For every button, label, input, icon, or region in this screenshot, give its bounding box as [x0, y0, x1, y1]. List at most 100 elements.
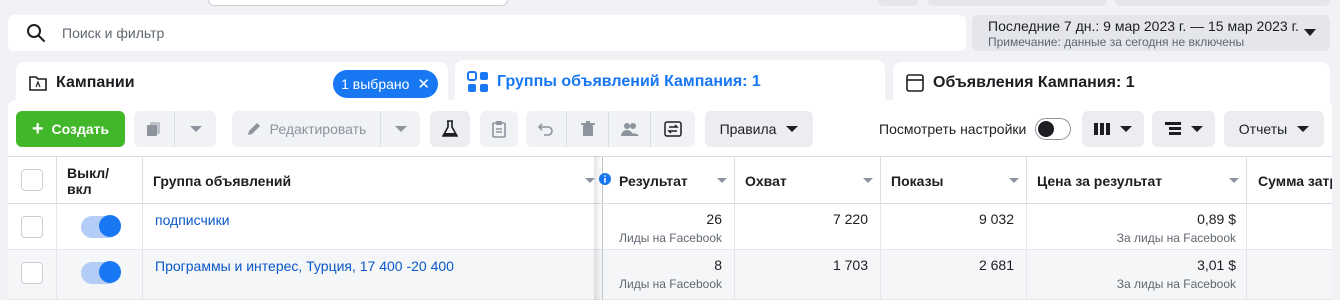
- adset-name-link[interactable]: Программы и интерес, Турция, 17 400 -20 …: [155, 258, 454, 274]
- select-all-checkbox[interactable]: [21, 169, 43, 191]
- columns-button[interactable]: [1082, 111, 1144, 147]
- selected-badge-label: 1 выбрано: [341, 76, 410, 92]
- sort-chevron-icon[interactable]: [1229, 178, 1239, 183]
- tab-ads[interactable]: Объявления Кампания: 1: [893, 62, 1330, 104]
- top-button-stub: [927, 0, 1107, 6]
- date-range-picker[interactable]: Последние 7 дн.: 9 мар 2023 г. — 15 мар …: [972, 15, 1330, 51]
- people-icon: [620, 123, 639, 136]
- reach-value: 7 220: [832, 211, 868, 227]
- chevron-down-icon: [1297, 125, 1310, 132]
- tab-campaigns[interactable]: Кампании 1 выбрано ✕: [16, 62, 448, 104]
- duplicate-dropdown[interactable]: [175, 111, 216, 147]
- rules-button-label: Правила: [719, 121, 777, 137]
- search-input[interactable]: Поиск и фильтр: [62, 25, 164, 41]
- sort-chevron-icon[interactable]: [717, 178, 727, 183]
- clipboard-icon: [492, 121, 506, 138]
- header-onoff-line1: Выкл/: [67, 165, 110, 181]
- trash-icon: [580, 121, 595, 136]
- header-onoff-line2: вкл: [67, 181, 92, 197]
- rules-button[interactable]: Правила: [705, 111, 813, 147]
- audience-button[interactable]: [609, 111, 650, 147]
- cost-subtext: За лиды на Facebook: [1116, 277, 1236, 291]
- undo-button[interactable]: [526, 111, 566, 147]
- edit-split-button[interactable]: Редактировать: [232, 111, 420, 147]
- results-subtext: Лиды на Facebook: [619, 277, 722, 291]
- breakdown-button[interactable]: [1152, 111, 1215, 147]
- duplicate-icon: [147, 122, 160, 136]
- tab-ads-label: Объявления Кампания: 1: [933, 74, 1135, 91]
- table-row[interactable]: Программы и интерес, Турция, 17 400 -20 …: [8, 250, 1332, 300]
- export-button[interactable]: [651, 111, 695, 147]
- frozen-column-shadow: [594, 156, 602, 300]
- close-icon[interactable]: ✕: [417, 75, 430, 93]
- chevron-down-icon: [394, 125, 407, 132]
- ad-icon: [906, 74, 924, 92]
- create-button[interactable]: + Создать: [16, 111, 125, 147]
- chevron-down-icon: [1120, 125, 1132, 132]
- columns-icon: [1094, 123, 1110, 135]
- chevron-down-icon: [1304, 29, 1316, 36]
- swap-icon: [664, 121, 682, 137]
- edit-button-label: Редактировать: [269, 121, 367, 137]
- delete-button[interactable]: [567, 111, 608, 147]
- sort-chevron-icon[interactable]: [1009, 178, 1019, 183]
- create-button-label: Создать: [51, 121, 110, 137]
- reports-button-label: Отчеты: [1238, 121, 1288, 137]
- tab-campaigns-label: Кампании: [56, 74, 135, 91]
- reach-value: 1 703: [832, 257, 868, 273]
- view-settings-label: Посмотреть настройки: [879, 121, 1027, 137]
- impressions-value: 2 681: [978, 257, 1014, 273]
- tab-adsets-label: Группы объявлений Кампания: 1: [497, 73, 761, 90]
- row-checkbox[interactable]: [21, 262, 43, 284]
- folder-icon: [29, 76, 47, 91]
- pencil-icon: [247, 123, 260, 135]
- view-settings-toggle[interactable]: [1035, 118, 1071, 140]
- row-status-toggle[interactable]: [81, 215, 121, 238]
- sort-chevron-icon[interactable]: [863, 178, 873, 183]
- undo-icon: [538, 123, 553, 136]
- column-header-reach[interactable]: Охват: [745, 173, 787, 189]
- cost-subtext: За лиды на Facebook: [1116, 231, 1236, 245]
- top-button-stub: [1115, 0, 1330, 6]
- flask-icon: [442, 120, 458, 137]
- column-header-spend[interactable]: Сумма затр: [1258, 173, 1332, 189]
- duplicate-split-button[interactable]: [134, 111, 216, 147]
- reports-button[interactable]: Отчеты: [1224, 111, 1324, 147]
- table-row[interactable]: подписчики 26 Лиды на Facebook 7 220 9 0…: [8, 204, 1332, 250]
- column-header-adset[interactable]: Группа объявлений: [153, 173, 291, 189]
- clipboard-button[interactable]: [480, 111, 518, 147]
- grid-icon: [467, 71, 488, 92]
- plus-icon: +: [31, 117, 44, 140]
- row-checkbox[interactable]: [21, 216, 43, 238]
- top-input-stub: [208, 0, 508, 6]
- row-status-toggle[interactable]: [81, 261, 121, 284]
- breakdown-icon: [1164, 122, 1181, 135]
- results-value: 8: [714, 257, 722, 273]
- adset-name-link[interactable]: подписчики: [155, 212, 230, 228]
- column-header-results[interactable]: Результат: [619, 173, 688, 189]
- table-header: Выкл/ вкл Группа объявлений Результат Ох…: [8, 156, 1332, 204]
- duplicate-button[interactable]: [134, 111, 174, 147]
- chevron-down-icon: [786, 125, 799, 132]
- column-header-onoff[interactable]: Выкл/ вкл: [67, 165, 109, 197]
- top-button-stub: [878, 0, 918, 6]
- search-icon: [27, 24, 45, 42]
- ab-test-button[interactable]: [430, 111, 470, 147]
- results-value: 26: [706, 211, 722, 227]
- date-range-label: Последние 7 дн.: 9 мар 2023 г. — 15 мар …: [988, 18, 1299, 34]
- chevron-down-icon: [1190, 125, 1203, 132]
- search-bar[interactable]: Поиск и фильтр: [8, 15, 966, 51]
- tab-adsets[interactable]: Группы объявлений Кампания: 1: [455, 60, 885, 104]
- cost-value: 3,01 $: [1197, 257, 1236, 273]
- edit-button[interactable]: Редактировать: [232, 111, 380, 147]
- edit-dropdown[interactable]: [381, 111, 420, 147]
- cost-value: 0,89 $: [1197, 211, 1236, 227]
- date-range-note: Примечание: данные за сегодня не включен…: [988, 35, 1245, 49]
- selected-badge[interactable]: 1 выбрано ✕: [333, 70, 438, 98]
- impressions-value: 9 032: [978, 211, 1014, 227]
- chevron-down-icon: [189, 125, 202, 132]
- column-header-cost[interactable]: Цена за результат: [1037, 173, 1162, 189]
- action-button-group: [526, 111, 695, 147]
- column-header-impressions[interactable]: Показы: [891, 173, 944, 189]
- results-subtext: Лиды на Facebook: [619, 231, 722, 245]
